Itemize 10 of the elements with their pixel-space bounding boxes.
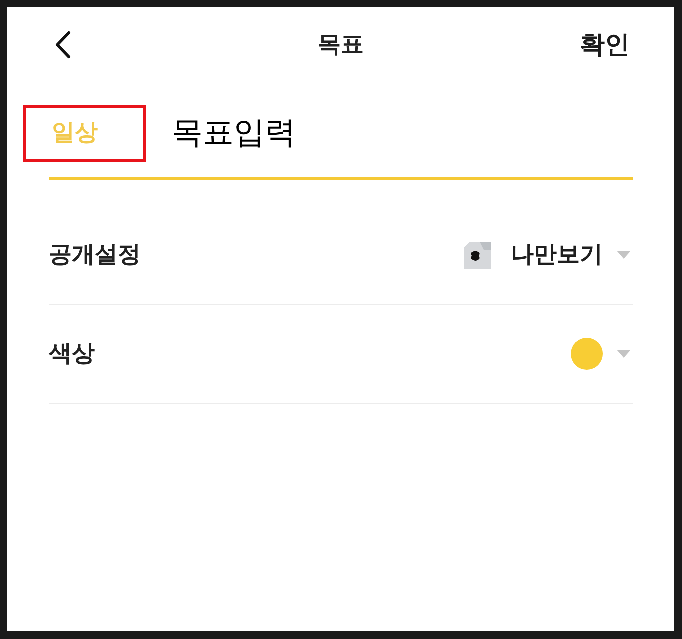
chevron-left-icon <box>55 31 71 59</box>
caret-icon <box>617 251 631 259</box>
caret-icon <box>617 350 631 358</box>
page-title: 목표 <box>318 30 364 60</box>
box-icon <box>464 242 491 268</box>
confirm-button[interactable]: 확인 <box>580 26 630 64</box>
visibility-select[interactable]: 나만보기 <box>464 238 631 272</box>
setting-label: 색상 <box>49 340 95 369</box>
color-select[interactable] <box>571 338 631 370</box>
setting-label: 공개설정 <box>49 240 141 270</box>
